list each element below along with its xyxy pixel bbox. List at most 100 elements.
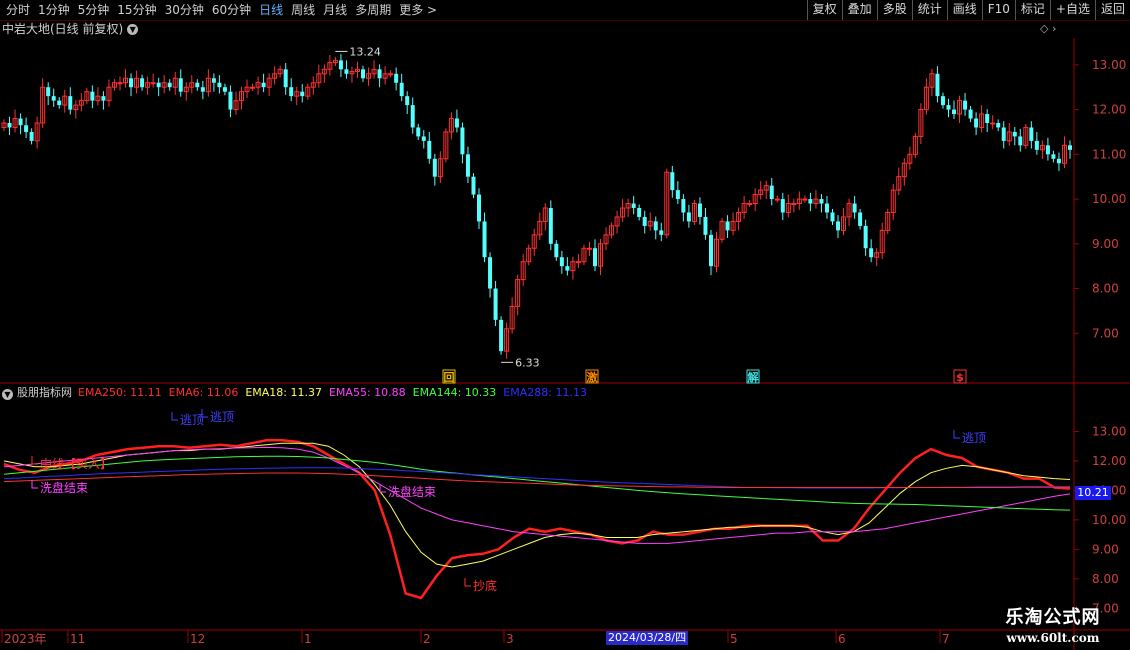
candle-body-down — [653, 221, 658, 231]
candle-body-down — [1068, 145, 1072, 150]
kline-chart[interactable]: 13.00 12.00 11.00 10.00 9.00 8.00 7.00 13.24 6.3… — [0, 38, 1130, 650]
candle-body-up — [250, 86, 256, 89]
candle-body-down — [1012, 131, 1017, 137]
candle-body-down — [156, 82, 161, 88]
candle-body-down — [935, 73, 940, 97]
signal-annotation: 逃顶 — [210, 410, 234, 424]
tool-button-0[interactable]: 复权 — [806, 0, 842, 20]
candle-body-down — [703, 216, 708, 235]
tool-button-4[interactable]: 画线 — [946, 0, 982, 20]
candle-body-down — [554, 243, 559, 258]
ema-line-ema288 — [3, 467, 1070, 489]
candle-body-down — [499, 319, 504, 352]
candle-body-down — [222, 87, 227, 92]
candle-body-down — [394, 73, 399, 83]
watermark-url: www.60lt.com — [1006, 631, 1100, 645]
candle-body-down — [129, 78, 134, 88]
candle-body-down — [432, 158, 437, 177]
chevron-down-icon[interactable]: ▼ — [2, 389, 13, 400]
tool-button-7[interactable]: +自选 — [1049, 0, 1095, 20]
price-axis-label: 13.00 — [1092, 58, 1126, 72]
candle-body-down — [195, 82, 200, 88]
period-tab-2[interactable]: 5分钟 — [74, 2, 114, 18]
candle-body-down — [488, 257, 493, 289]
period-tab-5[interactable]: 60分钟 — [208, 2, 255, 18]
candle-body-down — [217, 82, 222, 88]
candle-body-down — [869, 248, 874, 258]
candle-body-down — [952, 109, 957, 115]
candle-body-down — [421, 136, 426, 141]
diamond-icon[interactable]: ◇ — [1040, 22, 1048, 35]
annotation-bracket — [31, 456, 38, 465]
candle-body-down — [858, 212, 863, 226]
candle-body-down — [471, 176, 476, 195]
period-tab-9[interactable]: 多周期 — [351, 2, 395, 18]
candle-body-down — [808, 199, 813, 204]
watermark: 乐淘公式网 www.60lt.com — [978, 606, 1128, 650]
tool-button-3[interactable]: 统计 — [911, 0, 947, 20]
tool-button-6[interactable]: 标记 — [1014, 0, 1050, 20]
candle-body-up — [575, 261, 581, 264]
event-marker: 激 — [585, 369, 599, 384]
signal-annotation: 洗盘结束 — [40, 480, 88, 495]
ema-legend-item-5: EMA288: 11.13 — [503, 386, 587, 399]
tool-button-8[interactable]: 返回 — [1094, 0, 1130, 20]
indicator-axis-label: 10.00 — [1092, 513, 1126, 527]
tool-button-5[interactable]: F10 — [981, 0, 1015, 20]
candle-body-down — [1045, 145, 1050, 155]
chevron-down-icon[interactable]: ▼ — [127, 24, 139, 35]
tool-button-2[interactable]: 多股 — [876, 0, 912, 20]
annotation-bracket — [464, 578, 471, 587]
candle-body-down — [940, 96, 945, 106]
indicator-axis-label: 8.00 — [1092, 572, 1119, 586]
candle-body-down — [769, 185, 774, 200]
annotation-bracket — [953, 430, 960, 439]
candle-body-down — [24, 125, 29, 132]
period-tab-6[interactable]: 日线 — [255, 2, 287, 18]
period-tab-4[interactable]: 30分钟 — [161, 2, 208, 18]
ema-legend: EMA250: 11.11 EMA6: 11.06 EMA18: 11.37 EMA5… — [78, 386, 594, 399]
candle-body-down — [1029, 127, 1034, 141]
candle-body-down — [140, 78, 145, 88]
candle-body-up — [388, 73, 394, 76]
candle-body-down — [974, 118, 979, 128]
candle-body-down — [261, 82, 266, 88]
candle-body-down — [410, 105, 415, 128]
signal-annotation: 抄底 — [473, 578, 497, 593]
period-tab-0[interactable]: 分时 — [2, 2, 34, 18]
candle-body-up — [774, 198, 780, 201]
candle-body-down — [985, 114, 990, 123]
ema-line-ema6 — [3, 439, 1071, 600]
indicator-axis-label: 13.00 — [1092, 424, 1126, 438]
period-tab-8[interactable]: 月线 — [319, 2, 351, 18]
candle-body-down — [460, 127, 465, 155]
candle-body-down — [90, 91, 95, 101]
date-label: 2023年 — [4, 632, 47, 646]
candle-body-down — [57, 100, 62, 106]
candle-body-down — [1056, 158, 1061, 164]
price-axis-label: 12.00 — [1092, 103, 1126, 117]
arrow-right-icon[interactable]: › — [1052, 22, 1056, 35]
price-axis-label: 8.00 — [1092, 282, 1119, 296]
tool-buttons: 复权 叠加 多股 统计 画线 F10 标记 +自选 返回 — [806, 0, 1130, 20]
period-tab-7[interactable]: 周线 — [287, 2, 319, 18]
period-tabs: 分时 1分钟 5分钟 15分钟 30分钟 60分钟 日线 周线 月线 多周期 更多 > — [2, 2, 441, 18]
candle-body-down — [708, 234, 713, 267]
candle-body-down — [361, 69, 366, 79]
candle-body-down — [18, 118, 23, 126]
tool-button-1[interactable]: 叠加 — [841, 0, 877, 20]
candle-body-down — [963, 100, 968, 110]
date-label: 1 — [304, 632, 312, 646]
period-tab-1[interactable]: 1分钟 — [34, 2, 74, 18]
ema-legend-item-0: EMA250: 11.11 — [78, 386, 162, 399]
stock-title: 中岩大地(日线 前复权) ▼ — [2, 21, 139, 37]
indicator-header: ▼ 股朋指标网 EMA250: 11.11 EMA6: 11.06 EMA18: 11.… — [2, 386, 594, 400]
period-tab-10[interactable]: 更多 > — [395, 2, 441, 18]
price-axis-label: 10.00 — [1092, 192, 1126, 206]
date-label: 12 — [190, 632, 205, 646]
candle-body-down — [1051, 154, 1056, 159]
period-tab-3[interactable]: 15分钟 — [113, 2, 160, 18]
candle-body-down — [659, 230, 664, 235]
ema-legend-item-2: EMA18: 11.37 — [245, 386, 322, 399]
candle-body-down — [283, 69, 288, 88]
